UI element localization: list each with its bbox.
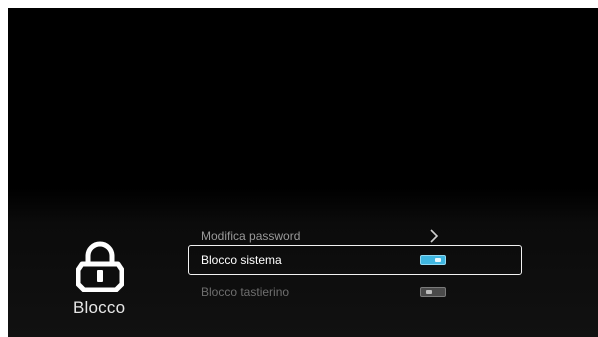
toggle-knob xyxy=(426,290,432,294)
chevron-right-icon xyxy=(430,229,439,243)
menu-item-label: Blocco sistema xyxy=(201,253,282,267)
menu-item-system-lock[interactable]: Blocco sistema xyxy=(188,245,522,275)
system-lock-toggle[interactable] xyxy=(420,255,446,265)
menu-item-label: Blocco tastierino xyxy=(201,285,290,299)
tv-screen: Blocco Modifica password Blocco sistema … xyxy=(8,8,598,337)
menu-item-label: Modifica password xyxy=(201,229,301,243)
keypad-lock-toggle[interactable] xyxy=(420,287,446,297)
toggle-knob xyxy=(435,258,441,262)
menu-item-keypad-lock[interactable]: Blocco tastierino xyxy=(188,277,522,307)
lock-icon xyxy=(76,241,124,292)
section-title: Blocco xyxy=(73,298,126,317)
